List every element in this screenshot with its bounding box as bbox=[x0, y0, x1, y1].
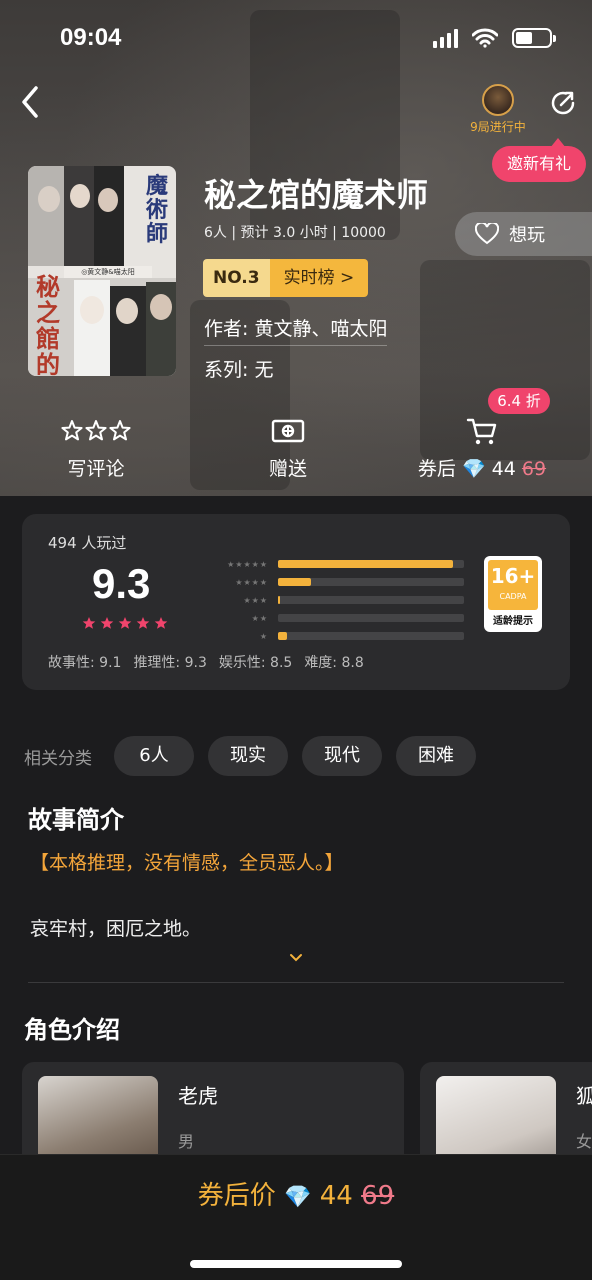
tag-chip[interactable]: 现实 bbox=[208, 736, 288, 776]
roles-section-title: 角色介绍 bbox=[24, 1016, 120, 1044]
story-section-title: 故事简介 bbox=[28, 806, 124, 834]
role-gender: 女 bbox=[576, 1132, 592, 1151]
age-tip: 适龄提示 bbox=[493, 616, 533, 627]
sub-score-difficulty: 难度: 8.8 bbox=[304, 655, 364, 671]
role-name: 老虎 bbox=[178, 1084, 218, 1108]
age-org: CADPA bbox=[499, 592, 527, 601]
rating-distribution: ★★★★★ ★★★★ ★★★ ★★ ★ bbox=[212, 556, 464, 646]
tag-chip[interactable]: 现代 bbox=[302, 736, 382, 776]
games-in-progress-text[interactable]: 9局进行中 bbox=[462, 118, 534, 135]
story-slogan: 【本格推理，没有情感，全员恶人。】 bbox=[30, 852, 344, 874]
sub-score-story: 故事性: 9.1 bbox=[48, 655, 122, 671]
rating-bar-row: ★★★★ bbox=[212, 574, 464, 590]
price-old: 69 bbox=[521, 458, 547, 480]
rating-bar-row: ★ bbox=[212, 628, 464, 644]
back-arrow-icon[interactable] bbox=[14, 82, 50, 122]
cart-icon bbox=[412, 414, 552, 448]
stars-outline-icon bbox=[60, 414, 132, 448]
cover-title-bottom: 秘之館的 bbox=[36, 272, 60, 377]
rating-bar-fill bbox=[278, 632, 288, 640]
cover-title-top: 魔術師 bbox=[146, 173, 169, 247]
rating-bar-fill bbox=[278, 596, 280, 604]
average-score: 9.3 bbox=[92, 560, 151, 607]
rating-card[interactable]: 494 人玩过 9.3 ★★★★★ ★★★★ ★★★ ★★ ★ 16+ CADP… bbox=[22, 514, 570, 690]
price-now: 44 bbox=[491, 458, 516, 480]
purchase-price-now: 44 bbox=[319, 1181, 353, 1211]
game-meta: 6人 | 预计 3.0 小时 | 10000 bbox=[204, 225, 386, 241]
chevron-down-icon[interactable] bbox=[288, 952, 304, 964]
diamond-icon: 💎 bbox=[284, 1185, 312, 1210]
rank-number: NO.3 bbox=[203, 259, 270, 297]
role-name: 狐 bbox=[576, 1084, 592, 1108]
ranking-chip[interactable]: NO.3 实时榜 > bbox=[203, 259, 369, 297]
rating-bar-row: ★★★★★ bbox=[212, 556, 464, 572]
rating-bar-fill bbox=[278, 578, 312, 586]
battery-icon bbox=[512, 28, 556, 48]
status-bar: 09:04 bbox=[0, 0, 592, 80]
sub-scores: 故事性: 9.1 推理性: 9.3 娱乐性: 8.5 难度: 8.8 bbox=[48, 652, 364, 672]
discount-badge: 6.4 折 bbox=[488, 388, 550, 414]
related-tags-label: 相关分类 bbox=[24, 749, 92, 769]
write-review-button[interactable]: 写评论 bbox=[60, 414, 132, 481]
gift-button[interactable]: 赠送 bbox=[258, 414, 318, 481]
tag-chip[interactable]: 6人 bbox=[114, 736, 194, 776]
story-intro: 哀牢村，困厄之地。 bbox=[30, 918, 202, 940]
heart-icon bbox=[475, 223, 499, 245]
write-review-label: 写评论 bbox=[67, 458, 125, 480]
age-number: 16+ bbox=[490, 564, 536, 588]
in-progress-avatar[interactable] bbox=[482, 84, 514, 116]
rating-bar-fill bbox=[278, 560, 453, 568]
sub-score-logic: 推理性: 9.3 bbox=[133, 655, 207, 671]
divider bbox=[28, 982, 564, 983]
price-prefix: 券后 bbox=[417, 458, 456, 480]
want-to-play-label: 想玩 bbox=[509, 225, 545, 246]
role-gender: 男 bbox=[178, 1132, 195, 1151]
diamond-icon: 💎 bbox=[461, 458, 486, 480]
cover-authors: ◎黄文静&喵太阳 bbox=[64, 266, 152, 278]
played-count: 494 人玩过 bbox=[48, 534, 127, 552]
purchase-price-old: 69 bbox=[361, 1181, 395, 1211]
rating-bar-row: ★★ bbox=[212, 610, 464, 626]
realtime-ranking-link[interactable]: 实时榜 > bbox=[269, 259, 369, 297]
age-rating-badge[interactable]: 16+ CADPA 适龄提示 bbox=[484, 556, 542, 632]
home-indicator bbox=[190, 1260, 402, 1268]
invite-reward-button[interactable]: 邀新有礼 bbox=[492, 138, 586, 182]
author-link[interactable]: 作者: 黄文静、喵太阳 bbox=[204, 314, 388, 346]
gift-label: 赠送 bbox=[268, 458, 307, 480]
wifi-icon bbox=[472, 28, 498, 48]
purchase-label: 券后价 bbox=[197, 1181, 276, 1211]
signal-icon bbox=[433, 28, 458, 48]
buy-cart-button[interactable]: 券后 💎 44 69 bbox=[412, 414, 552, 481]
clock: 09:04 bbox=[60, 24, 122, 51]
score-stars bbox=[82, 616, 168, 630]
want-to-play-button[interactable]: 想玩 bbox=[455, 212, 592, 256]
share-icon[interactable] bbox=[548, 88, 578, 118]
gift-ticket-icon bbox=[258, 414, 318, 448]
game-cover-image: 魔術師 秘之館的 ◎黄文静&喵太阳 bbox=[28, 166, 176, 376]
game-title: 秘之馆的魔术师 bbox=[204, 176, 429, 214]
star-rating-icon bbox=[82, 617, 168, 629]
series-info: 系列: 无 bbox=[204, 359, 274, 381]
sub-score-fun: 娱乐性: 8.5 bbox=[218, 655, 293, 671]
tag-chip[interactable]: 困难 bbox=[396, 736, 476, 776]
rating-bar-row: ★★★ bbox=[212, 592, 464, 608]
purchase-button[interactable]: 券后价 💎 44 69 bbox=[0, 1175, 592, 1212]
